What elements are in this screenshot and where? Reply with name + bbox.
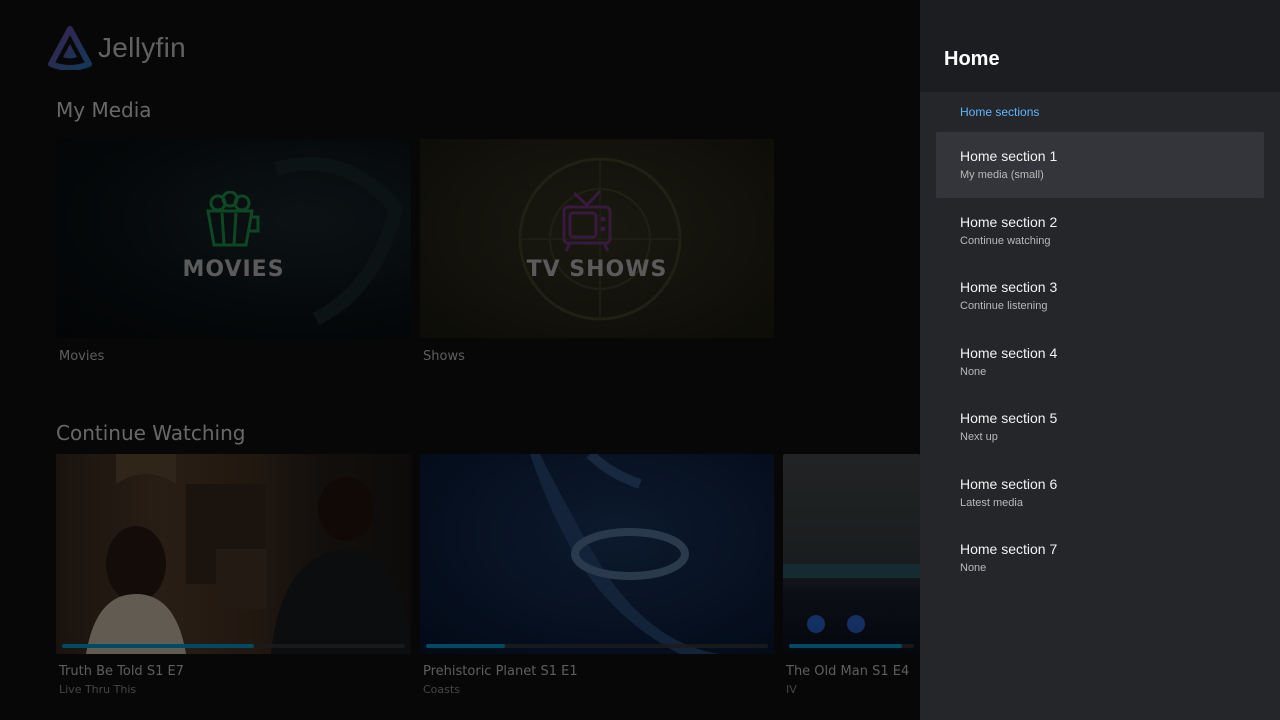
option-title: Home section 1 xyxy=(960,148,1058,164)
option-title: Home section 4 xyxy=(960,344,1058,361)
episode-title: Prehistoric Planet S1 E1 xyxy=(423,664,578,679)
episode-subtitle: Coasts xyxy=(423,683,460,696)
section-label: Home sections xyxy=(960,105,1040,119)
option-title: Home section 5 xyxy=(960,410,1058,426)
home-section-3-option[interactable]: Home section 3 Continue listening xyxy=(936,263,1264,329)
option-title: Home section 7 xyxy=(960,541,1058,557)
tv-icon xyxy=(562,189,612,252)
library-card-movies[interactable]: MOVIES xyxy=(56,139,411,338)
library-card-title: MOVIES xyxy=(182,257,285,282)
episode-subtitle: Live Thru This xyxy=(59,683,137,696)
episode-thumbnail xyxy=(86,454,411,654)
option-title: Home section 3 xyxy=(960,279,1058,295)
option-value: None xyxy=(960,365,987,378)
option-value: Continue watching xyxy=(960,234,1051,247)
option-value: My media (small) xyxy=(960,169,1044,181)
jellyfin-logo-icon xyxy=(48,26,92,70)
library-label-movies: Movies xyxy=(59,349,105,364)
continue-watching-title: Continue Watching xyxy=(56,421,246,445)
option-title: Home section 2 xyxy=(960,213,1058,230)
option-title: Home section 6 xyxy=(960,475,1058,492)
watch-progress-bar xyxy=(789,644,914,648)
panel-list: Home sections Home section 1 My media (s… xyxy=(920,92,1280,720)
home-section-6-option[interactable]: Home section 6 Latest media xyxy=(936,460,1264,526)
home-section-2-option[interactable]: Home section 2 Continue watching xyxy=(936,198,1264,264)
option-value: Latest media xyxy=(960,496,1023,509)
option-value: Continue listening xyxy=(960,300,1048,312)
episode-card[interactable] xyxy=(783,454,920,654)
watch-progress-bar xyxy=(426,644,768,648)
library-label-shows: Shows xyxy=(423,349,465,364)
episode-thumbnail xyxy=(783,564,920,633)
episode-title: The Old Man S1 E4 xyxy=(786,664,910,679)
library-card-shows[interactable]: TV SHOWS xyxy=(420,139,774,338)
episode-card[interactable] xyxy=(56,454,411,654)
episode-card[interactable] xyxy=(420,454,774,654)
home-settings-panel: Home Home sections Home section 1 My med… xyxy=(920,0,1280,720)
panel-header: Home xyxy=(920,0,1280,92)
episode-thumbnail xyxy=(530,454,720,654)
my-media-title: My Media xyxy=(56,98,152,122)
library-card-title: TV SHOWS xyxy=(526,257,668,282)
home-section-5-option[interactable]: Home section 5 Next up xyxy=(936,394,1264,460)
watch-progress-bar xyxy=(62,644,405,648)
logo-text: Jellyfin xyxy=(98,32,186,63)
home-section-7-option[interactable]: Home section 7 None xyxy=(936,525,1264,591)
option-value: None xyxy=(960,562,987,574)
home-section-4-option[interactable]: Home section 4 None xyxy=(936,329,1264,395)
episode-subtitle: IV xyxy=(786,683,797,696)
panel-title: Home xyxy=(944,48,1000,70)
home-section-1-option[interactable]: Home section 1 My media (small) xyxy=(936,132,1264,198)
jellyfin-logo: Jellyfin xyxy=(48,26,186,70)
episode-title: Truth Be Told S1 E7 xyxy=(59,664,184,679)
popcorn-icon xyxy=(206,191,260,247)
alien-artwork xyxy=(274,157,404,326)
option-value: Next up xyxy=(960,431,998,443)
